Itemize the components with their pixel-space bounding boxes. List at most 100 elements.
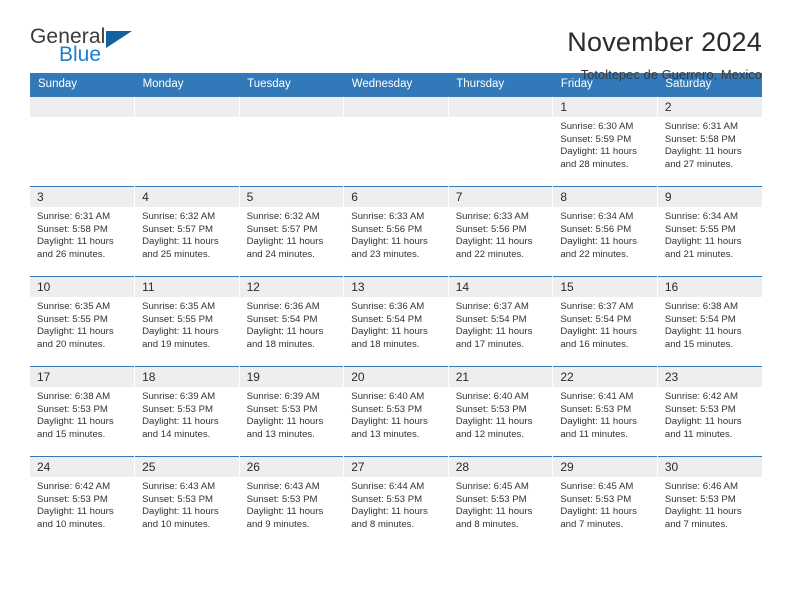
calendar-day-cell[interactable]: 11 Sunrise: 6:35 AM Sunset: 5:55 PM Dayligh… (134, 276, 240, 367)
calendar-day-cell[interactable]: 23 Sunrise: 6:42 AM Sunset: 5:53 PM Dayligh… (656, 366, 762, 457)
generalblue-logo[interactable]: General Blue (30, 26, 150, 72)
day-number: 8 (553, 187, 657, 207)
calendar-day-cell[interactable]: 30 Sunrise: 6:46 AM Sunset: 5:53 PM Dayligh… (656, 456, 762, 547)
sunset-text: Sunset: 5:53 PM (37, 493, 108, 505)
calendar-day-cell[interactable]: 22 Sunrise: 6:41 AM Sunset: 5:53 PM Dayligh… (552, 366, 658, 457)
calendar-day-cell[interactable]: 9 Sunrise: 6:34 AM Sunset: 5:55 PM Daylight… (656, 186, 762, 277)
daylight-text-line2: and 19 minutes. (142, 338, 211, 350)
day-number: 18 (135, 367, 239, 387)
sunset-text: Sunset: 5:59 PM (560, 133, 632, 145)
daylight-text-line2: and 11 minutes. (664, 428, 733, 440)
daylight-text-line2: and 10 minutes. (142, 518, 211, 530)
calendar-day-cell[interactable]: 6 Sunrise: 6:33 AM Sunset: 5:56 PM Daylight… (343, 186, 449, 277)
calendar-day-cell[interactable]: 28 Sunrise: 6:45 AM Sunset: 5:53 PM Dayligh… (447, 456, 553, 547)
daylight-text-line2: and 18 minutes. (246, 338, 315, 350)
calendar-day-cell[interactable]: 26 Sunrise: 6:43 AM Sunset: 5:53 PM Dayligh… (238, 456, 344, 547)
day-number: 10 (30, 277, 135, 297)
sunrise-text: Sunrise: 6:41 AM (560, 391, 634, 402)
day-details: Sunrise: 6:40 AM Sunset: 5:53 PM Daylight:… (449, 387, 553, 441)
day-number: 22 (553, 367, 657, 387)
sunset-text: Sunset: 5:53 PM (455, 493, 527, 505)
day-details: Sunrise: 6:38 AM Sunset: 5:53 PM Daylight:… (30, 387, 134, 441)
day-details: Sunrise: 6:36 AM Sunset: 5:54 PM Daylight:… (344, 297, 448, 351)
day-number: 27 (344, 457, 448, 477)
calendar-day-cell[interactable]: 20 Sunrise: 6:40 AM Sunset: 5:53 PM Dayligh… (343, 366, 449, 457)
day-number (448, 97, 553, 117)
day-details: Sunrise: 6:45 AM Sunset: 5:53 PM Daylight:… (449, 477, 553, 531)
daylight-text-line2: and 11 minutes. (560, 428, 628, 440)
calendar-day-cell[interactable]: 17 Sunrise: 6:38 AM Sunset: 5:53 PM Dayligh… (30, 366, 135, 457)
day-number: 29 (553, 457, 657, 477)
daylight-text-line1: Daylight: 11 hours (142, 326, 219, 338)
daylight-text-line1: Daylight: 11 hours (455, 326, 533, 338)
calendar-day-cell[interactable]: 1 Sunrise: 6:30 AM Sunset: 5:59 PM Daylight… (552, 96, 658, 187)
daylight-text-line1: Daylight: 11 hours (664, 506, 742, 518)
calendar-day-cell[interactable]: 3 Sunrise: 6:31 AM Sunset: 5:58 PM Daylight… (30, 186, 135, 277)
day-number: 16 (657, 277, 762, 297)
day-details: Sunrise: 6:33 AM Sunset: 5:56 PM Daylight:… (449, 207, 553, 261)
calendar-day-cell[interactable]: 2 Sunrise: 6:31 AM Sunset: 5:58 PM Daylight… (656, 96, 762, 187)
day-details: Sunrise: 6:30 AM Sunset: 5:59 PM Daylight:… (553, 117, 657, 171)
calendar-day-cell[interactable]: 18 Sunrise: 6:39 AM Sunset: 5:53 PM Dayligh… (134, 366, 240, 457)
daylight-text-line2: and 9 minutes. (246, 518, 310, 530)
day-number: 9 (657, 187, 762, 207)
sunset-text: Sunset: 5:57 PM (246, 223, 318, 235)
day-details: Sunrise: 6:32 AM Sunset: 5:57 PM Daylight:… (240, 207, 344, 261)
daylight-text-line2: and 17 minutes. (455, 338, 525, 350)
calendar-day-cell[interactable]: 16 Sunrise: 6:38 AM Sunset: 5:54 PM Dayligh… (656, 276, 762, 367)
day-number: 30 (657, 457, 762, 477)
sunset-text: Sunset: 5:53 PM (246, 403, 318, 415)
calendar-day-cell[interactable]: 5 Sunrise: 6:32 AM Sunset: 5:57 PM Daylight… (238, 186, 344, 277)
calendar-day-cell[interactable]: 14 Sunrise: 6:37 AM Sunset: 5:54 PM Dayligh… (447, 276, 553, 367)
sunset-text: Sunset: 5:53 PM (142, 403, 213, 415)
calendar-week-row: 24 Sunrise: 6:42 AM Sunset: 5:53 PM Dayligh… (30, 456, 762, 547)
calendar-day-cell[interactable]: 4 Sunrise: 6:32 AM Sunset: 5:57 PM Daylight… (134, 186, 240, 277)
calendar-day-cell[interactable]: 24 Sunrise: 6:42 AM Sunset: 5:53 PM Dayligh… (30, 456, 135, 547)
weekday-header-monday: Monday (134, 73, 240, 97)
daylight-text-line1: Daylight: 11 hours (455, 416, 533, 428)
sunrise-text: Sunrise: 6:44 AM (351, 481, 425, 492)
day-details: Sunrise: 6:43 AM Sunset: 5:53 PM Daylight:… (240, 477, 344, 531)
daylight-text-line1: Daylight: 11 hours (560, 236, 637, 248)
day-number: 20 (344, 367, 448, 387)
calendar-day-cell[interactable]: 29 Sunrise: 6:45 AM Sunset: 5:53 PM Dayligh… (552, 456, 658, 547)
sunset-text: Sunset: 5:54 PM (455, 313, 527, 325)
calendar-day-cell[interactable]: 8 Sunrise: 6:34 AM Sunset: 5:56 PM Daylight… (552, 186, 658, 277)
calendar-day-cell[interactable]: 25 Sunrise: 6:43 AM Sunset: 5:53 PM Dayligh… (134, 456, 240, 547)
calendar-day-cell[interactable]: 7 Sunrise: 6:33 AM Sunset: 5:56 PM Daylight… (447, 186, 553, 277)
day-details: Sunrise: 6:43 AM Sunset: 5:53 PM Daylight:… (135, 477, 239, 531)
day-number: 15 (553, 277, 657, 297)
sunrise-text: Sunrise: 6:33 AM (351, 211, 425, 222)
day-details: Sunrise: 6:36 AM Sunset: 5:54 PM Daylight:… (240, 297, 344, 351)
daylight-text-line2: and 24 minutes. (246, 248, 315, 260)
day-details: Sunrise: 6:34 AM Sunset: 5:55 PM Daylight:… (658, 207, 762, 261)
calendar-day-cell[interactable]: 15 Sunrise: 6:37 AM Sunset: 5:54 PM Dayligh… (552, 276, 658, 367)
day-number: 14 (448, 277, 553, 297)
sunrise-text: Sunrise: 6:43 AM (142, 481, 216, 492)
day-details: Sunrise: 6:44 AM Sunset: 5:53 PM Daylight:… (344, 477, 448, 531)
calendar-day-cell[interactable]: 10 Sunrise: 6:35 AM Sunset: 5:55 PM Dayligh… (30, 276, 135, 367)
daylight-text-line2: and 7 minutes. (560, 518, 624, 530)
day-details: Sunrise: 6:45 AM Sunset: 5:53 PM Daylight:… (553, 477, 657, 531)
calendar-cell-empty (447, 96, 553, 187)
sunset-text: Sunset: 5:57 PM (142, 223, 213, 235)
calendar-day-cell[interactable]: 27 Sunrise: 6:44 AM Sunset: 5:53 PM Dayligh… (343, 456, 449, 547)
sunrise-text: Sunrise: 6:42 AM (37, 481, 111, 492)
calendar-page: General Blue November 2024 Totoltepec de… (0, 0, 792, 612)
calendar-day-cell[interactable]: 19 Sunrise: 6:39 AM Sunset: 5:53 PM Dayligh… (238, 366, 344, 457)
page-title: November 2024 (567, 27, 762, 57)
daylight-text-line1: Daylight: 11 hours (37, 236, 114, 248)
calendar-day-cell[interactable]: 12 Sunrise: 6:36 AM Sunset: 5:54 PM Dayligh… (238, 276, 344, 367)
sunset-text: Sunset: 5:54 PM (351, 313, 423, 325)
calendar-day-cell[interactable]: 13 Sunrise: 6:36 AM Sunset: 5:54 PM Dayligh… (343, 276, 449, 367)
calendar-week-row: 10 Sunrise: 6:35 AM Sunset: 5:55 PM Dayligh… (30, 276, 762, 367)
day-number (344, 97, 448, 117)
daylight-text-line1: Daylight: 11 hours (246, 236, 324, 248)
sunrise-text: Sunrise: 6:37 AM (455, 301, 529, 312)
sunrise-text: Sunrise: 6:45 AM (455, 481, 529, 492)
weekday-header-tuesday: Tuesday (239, 73, 344, 97)
calendar-day-cell[interactable]: 21 Sunrise: 6:40 AM Sunset: 5:53 PM Dayligh… (447, 366, 553, 457)
sunset-text: Sunset: 5:53 PM (37, 403, 108, 415)
day-number: 7 (448, 187, 553, 207)
day-details: Sunrise: 6:41 AM Sunset: 5:53 PM Daylight:… (553, 387, 657, 441)
